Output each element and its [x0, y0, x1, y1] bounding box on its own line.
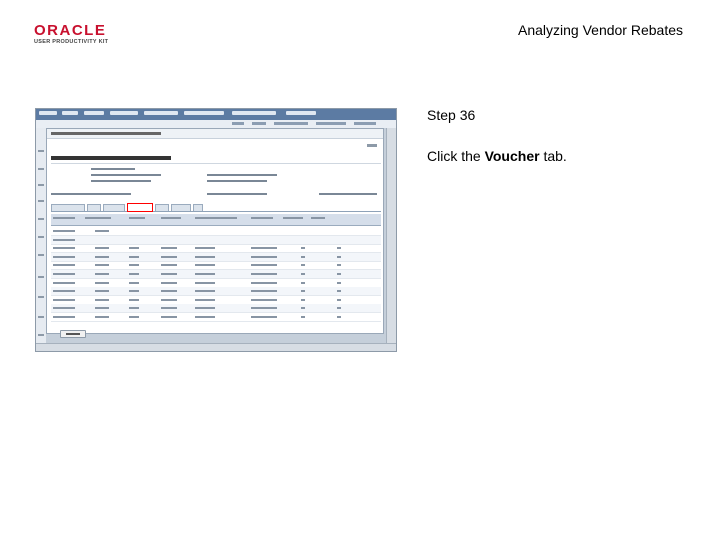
heading-separator	[51, 163, 381, 164]
tab-id[interactable]	[87, 204, 101, 211]
personalize-find-links[interactable]	[207, 193, 267, 195]
tab-claim[interactable]	[171, 204, 191, 211]
table-row	[51, 313, 381, 322]
help-link[interactable]	[367, 144, 377, 147]
horizontal-scrollbar[interactable]	[36, 343, 396, 351]
step-number: Step 36	[427, 107, 476, 123]
vertical-scrollbar[interactable]	[386, 128, 396, 343]
app-menu-bar	[36, 109, 396, 120]
tab-voucher[interactable]	[127, 203, 153, 212]
instruction-target: Voucher	[484, 148, 540, 164]
slide-title: Analyzing Vendor Rebates	[518, 22, 683, 38]
instruction-prefix: Click the	[427, 148, 485, 164]
info-line	[91, 174, 161, 176]
oracle-upk-logo: ORACLE USER PRODUCTIVITY KIT	[34, 22, 124, 45]
info-line	[91, 168, 135, 170]
tab-show-all[interactable]	[193, 204, 203, 211]
accrued-rebate-details-page	[46, 128, 384, 338]
tab-rtv[interactable]	[155, 204, 169, 211]
grid-caption	[51, 193, 131, 195]
application-screenshot	[35, 108, 397, 352]
info-line	[91, 180, 151, 182]
upk-wordmark: USER PRODUCTIVITY KIT	[34, 39, 109, 45]
app-links-bar	[36, 120, 396, 128]
page-heading	[51, 156, 171, 160]
info-line	[207, 180, 267, 182]
instruction-suffix: tab.	[539, 148, 567, 164]
app-left-nav	[36, 128, 46, 351]
return-button[interactable]	[60, 330, 86, 338]
accrued-rebates-grid	[51, 214, 381, 324]
tab-receipt[interactable]	[103, 204, 125, 211]
tab-rebate-details[interactable]	[51, 204, 85, 211]
oracle-wordmark: ORACLE	[34, 22, 107, 39]
step-instruction: Click the Voucher tab.	[427, 148, 567, 164]
grid-header-row	[51, 214, 381, 226]
info-line	[207, 174, 277, 176]
page-title-bar	[47, 129, 383, 139]
grid-pagination[interactable]	[319, 193, 377, 195]
grid-tab-strip	[51, 203, 381, 212]
